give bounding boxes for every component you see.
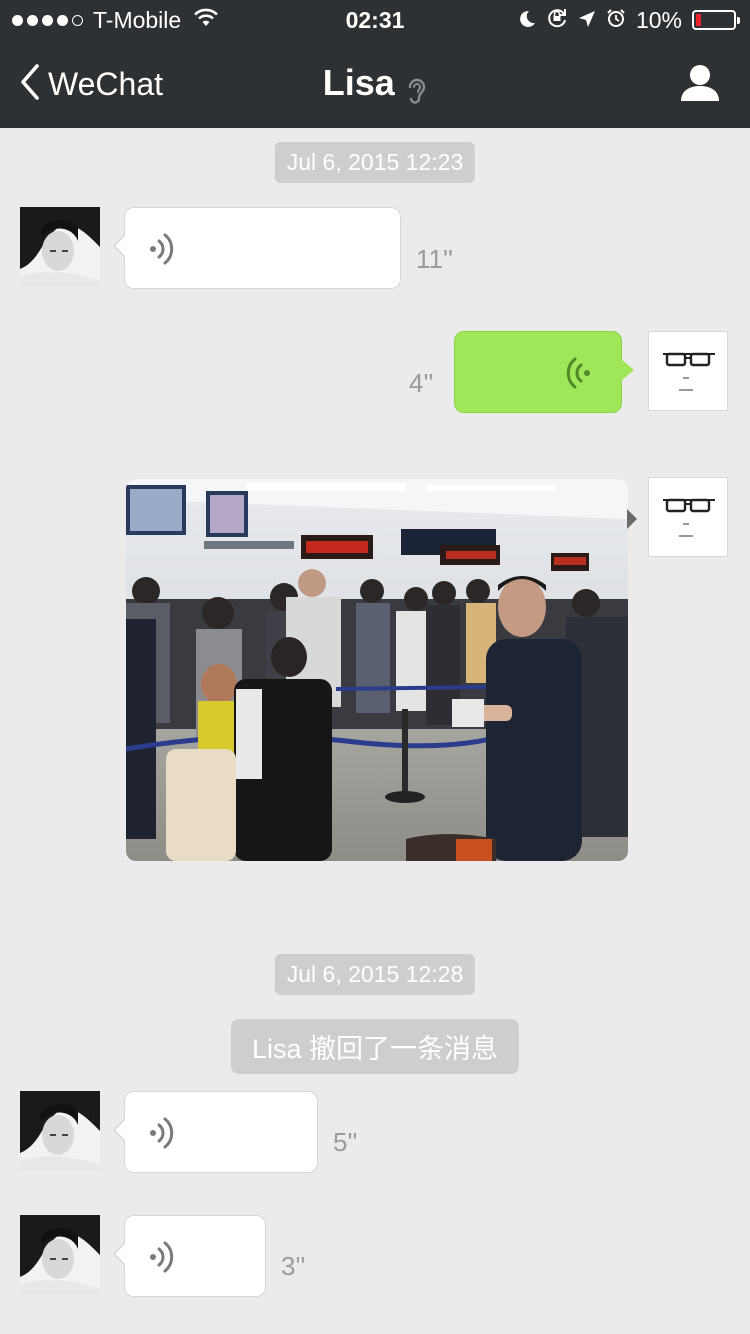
recall-notice: Lisa 撤回了一条消息 (230, 1019, 520, 1074)
rotation-lock-icon (546, 6, 568, 34)
moon-icon (518, 7, 536, 34)
chat-timestamp: Jul 6, 2015 12:23 (274, 142, 476, 183)
top-bar: T-Mobile 02:31 10% WeChat Lisa (0, 0, 750, 128)
profile-icon (681, 65, 719, 101)
voice-message[interactable] (113, 207, 401, 289)
my-avatar[interactable] (648, 477, 728, 557)
contact-avatar[interactable] (20, 1215, 100, 1295)
voice-wave-icon (566, 357, 590, 389)
voice-duration: 3'' (281, 1251, 306, 1281)
earpiece-icon (409, 78, 426, 104)
voice-wave-icon (150, 1117, 174, 1149)
navigation-bar: WeChat Lisa (0, 40, 750, 128)
battery-percent: 10% (635, 6, 682, 33)
voice-message[interactable] (113, 1091, 318, 1173)
voice-message[interactable] (113, 1215, 266, 1297)
contact-avatar[interactable] (20, 1091, 100, 1171)
status-bar: T-Mobile 02:31 10% (0, 0, 750, 40)
profile-button[interactable] (680, 64, 720, 107)
voice-wave-icon (150, 233, 174, 265)
image-bubble-arrow (627, 509, 637, 529)
chat-timestamp: Jul 6, 2015 12:28 (274, 954, 476, 995)
voice-duration: 11'' (416, 244, 453, 274)
image-message[interactable] (126, 479, 628, 861)
voice-duration: 4'' (409, 368, 434, 398)
contact-avatar[interactable] (20, 207, 100, 287)
voice-wave-icon (150, 1241, 174, 1273)
voice-duration: 5'' (333, 1127, 358, 1157)
contact-name: Lisa (322, 62, 395, 103)
battery-icon (692, 10, 740, 30)
location-arrow-icon (578, 7, 596, 34)
chat-title: Lisa (0, 62, 750, 106)
alarm-icon (606, 7, 626, 34)
voice-message-outgoing[interactable] (454, 331, 634, 413)
my-avatar[interactable] (648, 331, 728, 411)
